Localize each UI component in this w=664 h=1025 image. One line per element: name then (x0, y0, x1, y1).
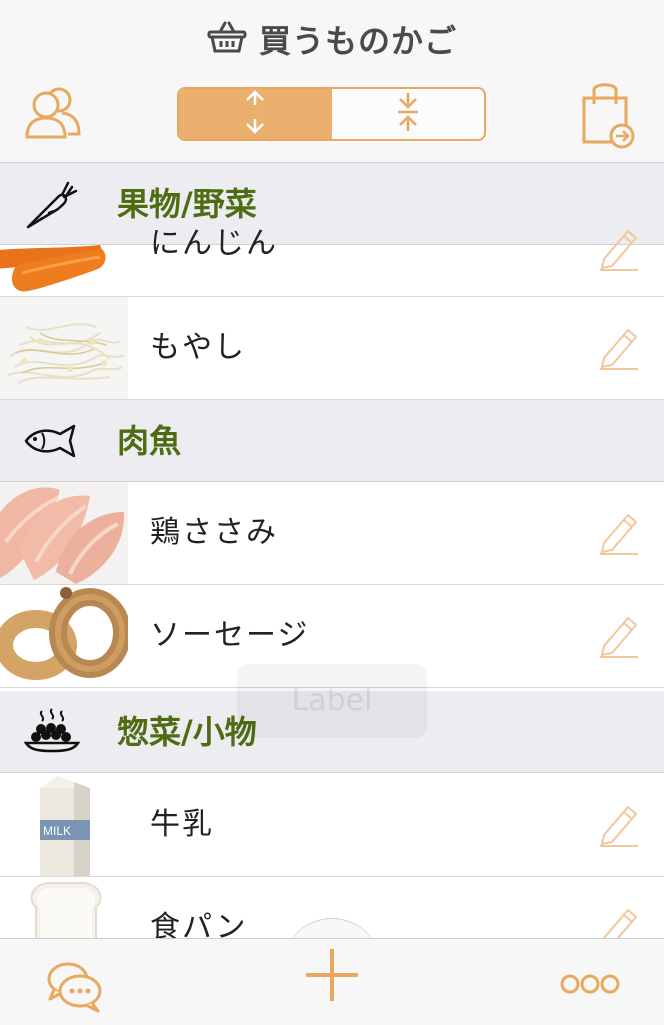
basket-icon (207, 20, 247, 58)
list-item[interactable]: にんじん (0, 226, 664, 297)
pencil-icon[interactable] (598, 509, 640, 559)
item-label: 牛乳 (150, 807, 214, 842)
list-item[interactable]: MILK 牛乳 (0, 774, 664, 877)
expand-arrows-icon (243, 89, 267, 139)
checkout-bag-button[interactable] (580, 80, 636, 154)
page-title: 買うものかご (258, 22, 457, 60)
shopping-list: 果物/野菜 にんじん もやし 肉魚 鶏ささみ ソーセージ 惣菜/小物 MILK … (0, 163, 664, 938)
section-header-fruits-vegetables[interactable]: 果物/野菜 (0, 163, 664, 245)
sausage-photo (0, 585, 128, 687)
list-item[interactable]: もやし (0, 297, 664, 400)
item-label: もやし (150, 330, 246, 365)
more-icon[interactable] (560, 973, 620, 999)
users-button[interactable] (24, 84, 82, 144)
bread-photo (0, 877, 128, 938)
pencil-icon[interactable] (598, 801, 640, 851)
carrot-icon (22, 177, 82, 235)
collapse-button[interactable] (332, 89, 485, 139)
pencil-icon[interactable] (598, 225, 640, 275)
section-label: 肉魚 (117, 422, 182, 460)
top-bar: 買うものかご (0, 0, 664, 163)
users-icon (24, 87, 82, 144)
fish-icon (22, 422, 82, 464)
title-row: 買うものかご (0, 0, 664, 78)
expand-button[interactable] (179, 89, 332, 139)
plus-icon[interactable] (302, 945, 362, 1009)
item-label: 鶏ささみ (150, 515, 278, 550)
chat-icon[interactable] (46, 959, 104, 1017)
milk-carton-photo: MILK (0, 774, 128, 876)
item-label: 食パン (150, 910, 248, 938)
list-item[interactable]: 鶏ささみ (0, 482, 664, 585)
section-header-meat-fish[interactable]: 肉魚 (0, 400, 664, 482)
view-mode-toggle (177, 87, 486, 141)
dish-icon (22, 707, 82, 759)
toast-label: Label (237, 664, 427, 738)
collapse-arrows-icon (396, 89, 420, 139)
bean-sprouts-photo (0, 297, 128, 399)
carrot-photo (0, 245, 128, 296)
bottom-toolbar (0, 938, 664, 1025)
pencil-icon[interactable] (598, 612, 640, 662)
chicken-breast-photo (0, 482, 128, 584)
milk-label-text: MILK (43, 824, 71, 838)
shopping-bag-exit-icon (580, 83, 636, 154)
pencil-icon[interactable] (598, 324, 640, 374)
section-label: 惣菜/小物 (117, 713, 257, 751)
pencil-icon[interactable] (598, 904, 640, 938)
item-label: にんじん (150, 226, 278, 261)
